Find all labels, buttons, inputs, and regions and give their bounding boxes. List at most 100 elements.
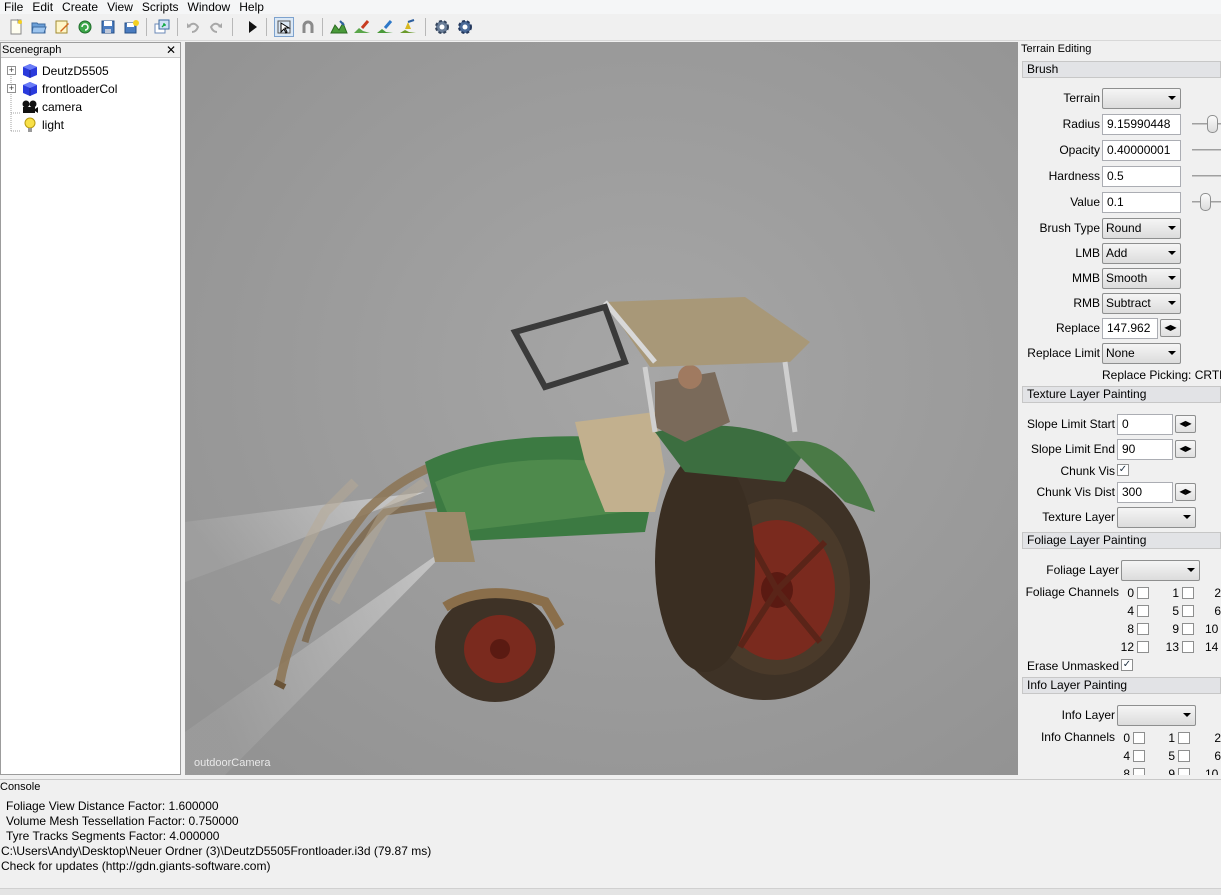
- refresh-icon[interactable]: [75, 17, 95, 37]
- new-file-icon[interactable]: [6, 17, 26, 37]
- edit-script-icon[interactable]: [52, 17, 72, 37]
- slope-end-spin-arrows-icon[interactable]: ◀▶: [1175, 440, 1196, 458]
- scenegraph-panel: Scenegraph ✕ + DeutzD5505 + frontloaderC…: [0, 42, 181, 775]
- tree-item-deutzd5505[interactable]: + DeutzD5505: [1, 62, 179, 80]
- light-bulb-icon: [24, 117, 36, 132]
- open-icon[interactable]: [29, 17, 49, 37]
- info-channel-checkbox[interactable]: [1178, 750, 1190, 762]
- info-channel-number: 10: [1205, 767, 1219, 775]
- hardness-label: Hardness: [1048, 169, 1100, 183]
- chunk-vis-dist-field[interactable]: 300: [1117, 482, 1173, 503]
- tree-item-frontloadercol[interactable]: + frontloaderCol: [1, 80, 179, 98]
- slope-start-field[interactable]: 0: [1117, 414, 1173, 435]
- replace-label: Replace: [1055, 321, 1100, 335]
- menu-help[interactable]: Help: [235, 0, 269, 14]
- info-layer-select[interactable]: [1117, 705, 1196, 726]
- info-channel-checkbox[interactable]: [1133, 732, 1145, 744]
- erase-unmasked-checkbox[interactable]: ✓: [1121, 659, 1133, 671]
- hardness-field[interactable]: 0.5: [1102, 166, 1181, 187]
- lmb-select[interactable]: Add: [1102, 243, 1181, 264]
- terrain-select[interactable]: [1102, 88, 1181, 109]
- replace-limit-select[interactable]: None: [1102, 343, 1181, 364]
- play-icon[interactable]: [242, 17, 262, 37]
- foliage-channel-number: 8: [1127, 622, 1134, 636]
- info-channel-checkbox[interactable]: [1133, 768, 1145, 775]
- slope-end-field[interactable]: 90: [1117, 439, 1173, 460]
- foliage-channel-number: 12: [1120, 640, 1134, 654]
- foliage-channel-checkbox[interactable]: [1137, 605, 1149, 617]
- texture-section-header[interactable]: Texture Layer Painting: [1022, 386, 1221, 403]
- chunk-vis-checkbox[interactable]: ✓: [1117, 464, 1129, 476]
- menu-create[interactable]: Create: [58, 0, 103, 14]
- foliage-channel-checkbox[interactable]: [1137, 623, 1149, 635]
- console-input-strip[interactable]: [0, 888, 1221, 895]
- settings-gear-2-icon[interactable]: [455, 17, 475, 37]
- save-icon[interactable]: [98, 17, 118, 37]
- hardness-slider[interactable]: [1192, 175, 1221, 177]
- redo-icon[interactable]: [206, 17, 226, 37]
- foliage-channel-checkbox[interactable]: [1182, 641, 1194, 653]
- info-section-header[interactable]: Info Layer Painting: [1022, 677, 1221, 694]
- brush-type-select[interactable]: Round: [1102, 218, 1181, 239]
- texture-layer-select[interactable]: [1117, 507, 1196, 528]
- terrain-sculpt-icon[interactable]: [329, 17, 349, 37]
- info-channel-checkbox[interactable]: [1133, 750, 1145, 762]
- info-channel-number: 6: [1214, 749, 1221, 763]
- foliage-channel-checkbox[interactable]: [1182, 587, 1194, 599]
- info-channel-number: 2: [1214, 731, 1221, 745]
- settings-gear-icon[interactable]: [432, 17, 452, 37]
- radius-field[interactable]: 9.15990448: [1102, 114, 1181, 135]
- replace-spin-arrows-icon[interactable]: ◀▶: [1160, 319, 1181, 337]
- foliage-channel-checkbox[interactable]: [1182, 605, 1194, 617]
- expand-icon[interactable]: +: [7, 84, 16, 93]
- radius-slider-thumb[interactable]: [1207, 115, 1218, 133]
- info-channel-checkbox[interactable]: [1178, 732, 1190, 744]
- console-line: Foliage View Distance Factor: 1.600000: [6, 799, 219, 813]
- toolbar-separator: [177, 18, 178, 36]
- brush-section-header[interactable]: Brush: [1022, 61, 1221, 78]
- menu-view[interactable]: View: [103, 0, 138, 14]
- info-channel-checkbox[interactable]: [1178, 768, 1190, 775]
- menu-window[interactable]: Window: [184, 0, 236, 14]
- mmb-select[interactable]: Smooth: [1102, 268, 1181, 289]
- menu-bar: File Edit Create View Scripts Window Hel…: [0, 0, 1221, 14]
- close-icon[interactable]: ✕: [166, 43, 176, 57]
- terrain-label: Terrain: [1063, 91, 1100, 105]
- menu-edit[interactable]: Edit: [28, 0, 58, 14]
- replace-field[interactable]: 147.962: [1102, 318, 1158, 339]
- value-field[interactable]: 0.1: [1102, 192, 1181, 213]
- magnet-icon[interactable]: [298, 17, 318, 37]
- save-as-icon[interactable]: [121, 17, 141, 37]
- undo-icon[interactable]: [183, 17, 203, 37]
- tree-item-camera[interactable]: camera: [1, 98, 179, 116]
- slope-start-spin-arrows-icon[interactable]: ◀▶: [1175, 415, 1196, 433]
- replace-limit-label: Replace Limit: [1027, 346, 1100, 360]
- 3d-viewport[interactable]: [185, 42, 1018, 775]
- terrain-panel-title: Terrain Editing: [1021, 43, 1092, 55]
- info-layer-icon[interactable]: [398, 17, 418, 37]
- foliage-channel-checkbox[interactable]: [1137, 641, 1149, 653]
- chevron-down-icon: [1168, 251, 1176, 255]
- tree-item-light[interactable]: light: [1, 116, 179, 134]
- select-mode-icon[interactable]: [274, 17, 294, 37]
- replace-picking-hint: Replace Picking: CRTL+: [1102, 368, 1221, 382]
- chunk-vis-dist-spin-arrows-icon[interactable]: ◀▶: [1175, 483, 1196, 501]
- chevron-down-icon: [1168, 226, 1176, 230]
- rmb-select[interactable]: Subtract: [1102, 293, 1181, 314]
- foliage-channel-checkbox[interactable]: [1182, 623, 1194, 635]
- toolbar-separator: [232, 18, 233, 36]
- foliage-layer-select[interactable]: [1121, 560, 1200, 581]
- foliage-channel-number: 2: [1214, 586, 1221, 600]
- foliage-section-header[interactable]: Foliage Layer Painting: [1022, 532, 1221, 549]
- opacity-field[interactable]: 0.40000001: [1102, 140, 1181, 161]
- import-icon[interactable]: [152, 17, 172, 37]
- menu-scripts[interactable]: Scripts: [138, 0, 184, 14]
- foliage-channel-checkbox[interactable]: [1137, 587, 1149, 599]
- expand-icon[interactable]: +: [7, 66, 16, 75]
- opacity-slider[interactable]: [1192, 149, 1221, 151]
- foliage-paint-icon[interactable]: [375, 17, 395, 37]
- menu-file[interactable]: File: [0, 0, 28, 14]
- value-slider-thumb[interactable]: [1200, 193, 1211, 211]
- terrain-paint-icon[interactable]: [352, 17, 372, 37]
- foliage-channel-number: 13: [1165, 640, 1179, 654]
